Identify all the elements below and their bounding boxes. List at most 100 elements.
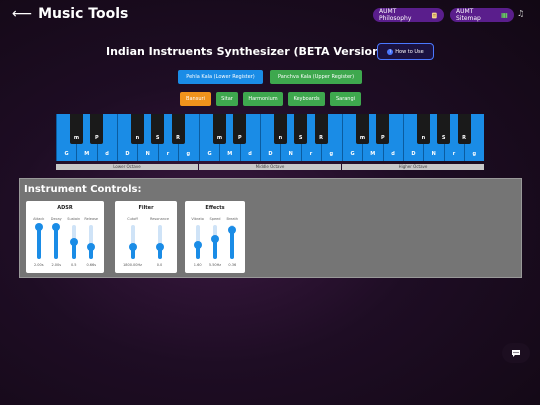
octave-label-middle: Middle Octave [199, 164, 341, 170]
slider-label: Cutoff [127, 217, 138, 221]
black-key-label: S [441, 135, 446, 141]
instrument-harmonium-button[interactable]: Harmonium [243, 92, 283, 106]
slider-resonance[interactable]: Resonance 0.0 [149, 217, 170, 272]
chat-button[interactable] [502, 343, 530, 363]
white-key-label: N [431, 151, 436, 157]
slider-breath[interactable]: Breath 0.36 [224, 217, 240, 272]
philosophy-button[interactable]: AUMT Philosophy [373, 8, 444, 22]
slider-thumb[interactable] [69, 238, 78, 246]
chat-bubble-icon [512, 349, 520, 357]
white-key-label: M [227, 151, 233, 157]
white-key-label: N [145, 151, 150, 157]
sitemap-label: AUMT Sitemap [456, 8, 481, 22]
black-key[interactable]: m [213, 114, 226, 144]
black-key[interactable]: n [130, 114, 144, 144]
black-key[interactable]: R [171, 114, 185, 144]
control-group-effects: Effects Vibrato 1.60 Speed 5.50Hz Breath 0.36 [185, 201, 245, 273]
white-key-label: r [452, 151, 456, 157]
slider-fill [36, 226, 41, 259]
black-key-label: P [380, 135, 385, 141]
slider-thumb[interactable] [155, 243, 164, 252]
instrument-bansuri-button[interactable]: Bansuri [180, 92, 211, 106]
slider-value: 0.36 [228, 263, 237, 267]
top-bar: ⟵ Music Tools AUMT Philosophy AUMT Sitem… [0, 0, 540, 32]
control-group-title: ADSR [57, 205, 73, 211]
slider-thumb[interactable] [52, 222, 61, 231]
slider-thumb[interactable] [128, 243, 137, 252]
white-key-label: g [472, 151, 477, 157]
app-title[interactable]: Music Tools [38, 6, 128, 22]
control-group-title: Effects [205, 205, 225, 211]
black-key-label: m [359, 135, 366, 141]
register-upper-button[interactable]: Panchva Kala (Upper Register) [270, 70, 362, 84]
instrument-sarangi-button[interactable]: Sarangi [330, 92, 361, 106]
octave-0: G Md D Nr g m Pn S R [56, 114, 198, 161]
black-key[interactable]: P [90, 114, 104, 144]
black-key[interactable]: S [151, 114, 165, 144]
octave-1: G Md D Nr g m Pn S R [199, 114, 341, 161]
black-key[interactable]: S [294, 114, 308, 144]
page-title: Indian Instruents Synthesizer (BETA Vers… [106, 45, 385, 58]
black-key[interactable]: n [273, 114, 287, 144]
black-key-label: R [462, 135, 466, 141]
slider-value: 0.66s [86, 263, 97, 267]
philosophy-label: AUMT Philosophy [379, 8, 412, 22]
octave-label-lower: Lower Octave [56, 164, 198, 170]
white-key-label: M [370, 151, 376, 157]
black-key[interactable]: P [376, 114, 390, 144]
octave-2: G Md D Nr g m Pn S R [342, 114, 484, 161]
how-to-use-button[interactable]: ? How to Use [377, 43, 434, 60]
white-key-label: M [84, 151, 90, 157]
slider-label: Release [84, 217, 99, 221]
piano-keyboard: G Md D Nr g m Pn S R G Md D Nr g m Pn S R G Md D Nr g m Pn S R [56, 114, 484, 161]
instrument-keyboards-button[interactable]: Keyboards [288, 92, 325, 106]
black-key-label: R [176, 135, 180, 141]
black-key[interactable]: R [314, 114, 328, 144]
black-key[interactable]: n [416, 114, 430, 144]
black-key[interactable]: m [70, 114, 83, 144]
back-arrow-icon[interactable]: ⟵ [12, 6, 32, 22]
control-group-filter: Filter Cutoff 1800.00Hz Resonance 0.0 [115, 201, 177, 273]
control-group-title: Filter [138, 205, 154, 211]
slider-cutoff[interactable]: Cutoff 1800.00Hz [123, 217, 142, 272]
slider-thumb[interactable] [228, 226, 237, 235]
instrument-sitar-button[interactable]: Sitar [216, 92, 238, 106]
controls-title: Instrument Controls: [24, 184, 142, 195]
white-key-label: r [309, 151, 313, 157]
brand[interactable]: ⟵ Music Tools [12, 6, 128, 22]
music-note-icon[interactable]: ♫ [517, 9, 524, 18]
help-icon: ? [387, 48, 394, 55]
black-key-label: R [319, 135, 323, 141]
white-key-label: d [105, 151, 109, 157]
slider-thumb[interactable] [87, 243, 96, 252]
white-key-label: d [248, 151, 252, 157]
slider-value: 0.0 [156, 263, 163, 267]
black-key[interactable]: m [356, 114, 369, 144]
octave-label-higher: Higher Octave [342, 164, 484, 170]
white-key-label: D [125, 151, 130, 157]
instrument-controls-panel: Instrument Controls: ADSR Attack 2.00s Deca… [19, 178, 522, 278]
black-key-label: n [135, 135, 140, 141]
white-key-label: g [329, 151, 334, 157]
slider-thumb[interactable] [193, 241, 202, 250]
white-key-label: G [64, 151, 69, 157]
black-key[interactable]: R [457, 114, 471, 144]
black-key-label: S [155, 135, 160, 141]
white-key-label: G [207, 151, 212, 157]
black-key-label: S [298, 135, 303, 141]
map-icon [501, 12, 508, 18]
black-key[interactable]: S [437, 114, 451, 144]
black-key-label: m [73, 135, 80, 141]
slider-release[interactable]: Release 0.66s [83, 217, 99, 272]
black-key-label: n [278, 135, 283, 141]
slider-label: Breath [226, 217, 239, 221]
black-key[interactable]: P [233, 114, 247, 144]
slider-fill [230, 230, 235, 259]
slider-thumb[interactable] [211, 234, 219, 243]
slider-label: Resonance [149, 217, 170, 221]
white-key-label: r [166, 151, 170, 157]
white-key-label: D [268, 151, 273, 157]
slider-thumb[interactable] [34, 222, 43, 231]
register-lower-button[interactable]: Pehla Kala (Lower Register) [178, 70, 263, 84]
sitemap-button[interactable]: AUMT Sitemap [450, 8, 514, 22]
